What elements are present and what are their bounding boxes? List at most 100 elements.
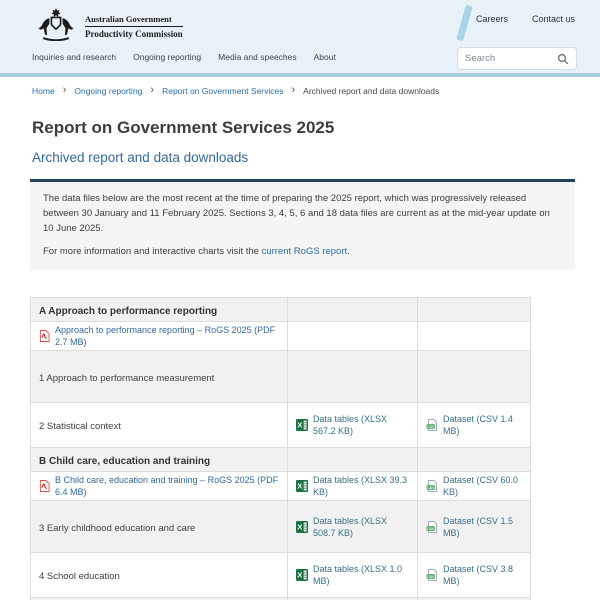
cell-title: 1 Approach to performance measurement: [31, 351, 288, 403]
careers-link[interactable]: Careers: [476, 14, 508, 24]
page-title: Report on Government Services 2025: [32, 117, 600, 139]
download-link-label: Dataset (CSV 1.4 MB): [443, 413, 522, 437]
xlsx-download-link[interactable]: X Data tables (XLSX 39.3 KB): [296, 474, 409, 498]
search-icon[interactable]: [557, 53, 569, 65]
chevron-right-icon: ›: [63, 85, 67, 96]
table-row: 1 Approach to performance measurement: [31, 351, 531, 403]
svg-text:CSV: CSV: [427, 486, 435, 490]
notice-box: The data files below are the most recent…: [30, 179, 575, 270]
chevron-right-icon: ›: [292, 85, 296, 96]
table-row: 2 Statistical context X Data tables (XLSX …: [31, 403, 531, 448]
xlsx-download-link[interactable]: XData tables (XLSX 1.0 MB): [296, 563, 409, 587]
cell-title: Approach to performance reporting – RoGS…: [31, 322, 288, 351]
xlsx-download-link[interactable]: X Data tables (XLSX 508.7 KB): [296, 515, 409, 539]
downloads-table-body: A Approach to performance reportingAppro…: [31, 298, 531, 600]
main-nav: Inquiries and research Ongoing reporting…: [32, 52, 336, 62]
csv-download-link[interactable]: CSV Dataset (CSV 3.8 MB): [426, 563, 522, 587]
table-row: 3 Early childhood education and care X Dat…: [31, 501, 531, 553]
table-row: A Approach to performance reporting: [31, 298, 531, 322]
csv-file-icon: CSV: [426, 419, 438, 431]
pc-brand-slash-icon: [456, 5, 473, 42]
svg-text:CSV: CSV: [427, 526, 435, 530]
cell-title: 4 School education: [31, 553, 288, 598]
logo-commission-text: Productivity Commission: [85, 27, 183, 39]
download-link-label: Data tables (XLSX 508.7 KB): [313, 515, 409, 539]
pdf-file-icon: [39, 480, 50, 492]
cell-title: A Approach to performance reporting: [31, 298, 288, 322]
svg-text:X: X: [297, 571, 302, 580]
cell-data-tables: X Data tables (XLSX 567.2 KB): [288, 403, 418, 448]
download-link-label: Dataset (CSV 3.8 MB): [443, 563, 522, 587]
cell-data-tables: X Data tables (XLSX 39.3 KB): [288, 472, 418, 501]
xlsx-download-link[interactable]: X Data tables (XLSX 567.2 KB): [296, 413, 409, 437]
coat-of-arms-icon: [35, 7, 77, 46]
search-input[interactable]: [465, 53, 557, 64]
table-row: B Child care, education and training: [31, 448, 531, 472]
site-logo[interactable]: Australian Government Productivity Commi…: [35, 7, 183, 46]
table-row: 4 School education XData tables (XLSX 1.0…: [31, 553, 531, 598]
cell-dataset: [418, 448, 531, 472]
cell-dataset: [418, 351, 531, 403]
nav-media-and-speeches[interactable]: Media and speeches: [218, 52, 296, 62]
breadcrumb-ongoing-reporting[interactable]: Ongoing reporting: [74, 86, 142, 96]
page-subtitle: Archived report and data downloads: [32, 149, 600, 166]
breadcrumb: Home › Ongoing reporting › Report on Gov…: [0, 77, 600, 104]
table-row: B Child care, education and training – R…: [31, 472, 531, 501]
cell-title: B Child care, education and training – R…: [31, 472, 288, 501]
svg-text:X: X: [297, 421, 302, 430]
download-link-label: Dataset (CSV 1.5 MB): [443, 515, 522, 539]
excel-file-icon: X: [296, 521, 308, 533]
cell-dataset: CSV Dataset (CSV 60.0 KB): [418, 472, 531, 501]
pdf-download-link[interactable]: B Child care, education and training – R…: [39, 474, 279, 498]
csv-file-icon: CSV: [426, 480, 438, 492]
section-item-label: 3 Early childhood education and care: [39, 523, 195, 534]
download-link-label: Data tables (XLSX 39.3 KB): [313, 474, 409, 498]
svg-text:CSV: CSV: [427, 425, 435, 429]
cell-data-tables: [288, 448, 418, 472]
download-link-label: Dataset (CSV 60.0 KB): [443, 474, 522, 498]
section-item-label: 4 School education: [39, 571, 120, 582]
cell-data-tables: [288, 322, 418, 351]
cell-data-tables: [288, 298, 418, 322]
site-header: Australian Government Productivity Commi…: [0, 0, 600, 77]
cell-dataset: CSV Dataset (CSV 1.5 MB): [418, 501, 531, 553]
cell-dataset: [418, 322, 531, 351]
pdf-download-link[interactable]: Approach to performance reporting – RoGS…: [39, 324, 279, 348]
notice-paragraph-1: The data files below are the most recent…: [43, 191, 562, 236]
download-link-label: B Child care, education and training – R…: [55, 474, 279, 498]
cell-dataset: [418, 298, 531, 322]
nav-inquiries-and-research[interactable]: Inquiries and research: [32, 52, 116, 62]
cell-title: B Child care, education and training: [31, 448, 288, 472]
cell-title: 2 Statistical context: [31, 403, 288, 448]
breadcrumb-home[interactable]: Home: [32, 86, 55, 96]
csv-download-link[interactable]: CSV Dataset (CSV 60.0 KB): [426, 474, 522, 498]
download-link-label: Data tables (XLSX 567.2 KB): [313, 413, 409, 437]
notice-text: .: [347, 246, 350, 257]
excel-file-icon: X: [296, 480, 308, 492]
svg-text:X: X: [297, 482, 302, 491]
excel-file-icon: X: [296, 419, 308, 431]
svg-text:CSV: CSV: [427, 575, 435, 579]
search-box[interactable]: [457, 47, 577, 70]
csv-download-link[interactable]: CSV Dataset (CSV 1.4 MB): [426, 413, 522, 437]
contact-us-link[interactable]: Contact us: [532, 14, 575, 24]
download-link-label: Approach to performance reporting – RoGS…: [55, 324, 279, 348]
cell-data-tables: [288, 351, 418, 403]
csv-file-icon: CSV: [426, 569, 438, 581]
logo-text: Australian Government Productivity Commi…: [85, 14, 183, 39]
csv-download-link[interactable]: CSV Dataset (CSV 1.5 MB): [426, 515, 522, 539]
cell-data-tables: X Data tables (XLSX 508.7 KB): [288, 501, 418, 553]
table-row: Approach to performance reporting – RoGS…: [31, 322, 531, 351]
nav-about[interactable]: About: [314, 52, 336, 62]
breadcrumb-current: Archived report and data downloads: [303, 86, 439, 96]
breadcrumb-report-on-government-services[interactable]: Report on Government Services: [162, 86, 283, 96]
section-heading: B Child care, education and training: [39, 456, 210, 467]
pdf-file-icon: [39, 330, 50, 342]
chevron-right-icon: ›: [150, 85, 154, 96]
nav-ongoing-reporting[interactable]: Ongoing reporting: [133, 52, 201, 62]
excel-file-icon: X: [296, 569, 308, 581]
section-item-label: 1 Approach to performance measurement: [39, 373, 214, 384]
cell-title: 3 Early childhood education and care: [31, 501, 288, 553]
cell-dataset: CSV Dataset (CSV 1.4 MB): [418, 403, 531, 448]
current-rogs-report-link[interactable]: current RoGS report: [262, 246, 348, 257]
